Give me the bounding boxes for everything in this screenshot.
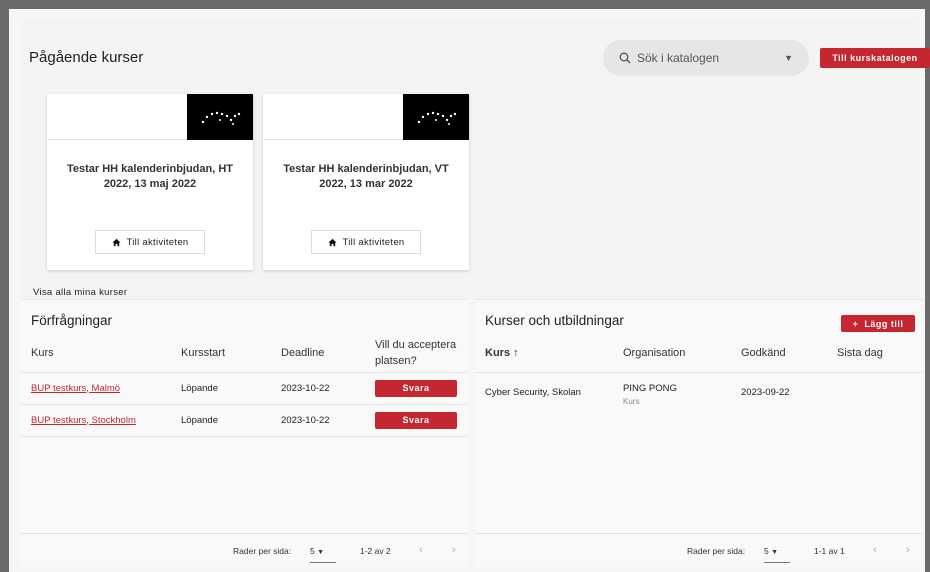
rows-per-page-select[interactable]: 5 ▼ — [764, 546, 790, 563]
column-header-approved[interactable]: Godkänd — [731, 334, 827, 373]
rows-per-page-label: Rader per sida: — [687, 546, 746, 556]
requests-table: Kurs Kursstart Deadline Vill du accepter… — [21, 334, 467, 437]
answer-button[interactable]: Svara — [375, 411, 457, 429]
table-header-row: Kurs Kursstart Deadline Vill du accepter… — [21, 334, 467, 373]
course-deadline: 2023-10-22 — [271, 372, 365, 405]
table-header-row: Kurs ↑ Organisation Godkänd Sista dag — [475, 334, 923, 373]
card-image-row — [47, 94, 253, 140]
sort-arrow-icon: ↑ — [513, 346, 519, 359]
column-header-last-day[interactable]: Sista dag — [827, 334, 923, 373]
approved-date: 2023-09-22 — [741, 386, 790, 398]
courses-pagination: Rader per sida: 5 ▼ 1-1 av 1 ‹ › — [475, 533, 923, 567]
course-link[interactable]: BUP testkurs, Stockholm — [31, 415, 136, 426]
page-range: 1-1 av 1 — [814, 546, 845, 556]
page-range: 1-2 av 2 — [360, 546, 391, 556]
last-day — [827, 372, 923, 410]
courses-table: Kurs ↑ Organisation Godkänd Sista dag Cy… — [475, 334, 923, 410]
organisation-cell: PING PONG Kurs — [613, 372, 731, 410]
course-start: Löpande — [171, 404, 271, 437]
rows-per-page-label: Rader per sida: — [233, 546, 292, 556]
column-header-start[interactable]: Kursstart — [171, 334, 271, 373]
home-icon — [111, 238, 121, 246]
courses-panel: Kurser och utbildningar + Lägg till Kurs… — [475, 299, 923, 567]
column-header-course-label: Kurs — [485, 346, 511, 359]
table-row: BUP testkurs, Malmö Löpande 2023-10-22 S… — [21, 372, 467, 405]
requests-pagination: Rader per sida: 5 ▼ 1-2 av 2 ‹ › — [21, 533, 467, 567]
search-icon — [619, 52, 631, 64]
course-link[interactable]: BUP testkurs, Malmö — [31, 383, 120, 394]
to-activity-button[interactable]: Till aktiviteten — [95, 230, 205, 254]
previous-page-icon[interactable]: ‹ — [873, 544, 877, 556]
ongoing-courses-title: Pågående kurser — [29, 49, 144, 66]
rows-per-page-value: 5 — [764, 546, 769, 556]
table-row: Cyber Security, Skolan PING PONG Kurs 20… — [475, 372, 923, 410]
previous-page-icon[interactable]: ‹ — [419, 544, 423, 556]
requests-title: Förfrågningar — [31, 313, 113, 328]
card-image-row — [263, 94, 469, 140]
chevron-down-icon: ▼ — [317, 549, 325, 556]
courses-title: Kurser och utbildningar — [485, 313, 624, 328]
show-all-courses-link[interactable]: Visa alla mina kurser — [33, 287, 127, 298]
course-logo — [403, 94, 469, 140]
course-logo — [187, 94, 253, 140]
answer-button[interactable]: Svara — [375, 379, 457, 397]
course-card: Testar HH kalenderinbjudan, VT 2022, 13 … — [263, 94, 469, 270]
app-frame: Pågående kurser Sök i katalogen ▼ Till k… — [9, 9, 930, 572]
next-page-icon[interactable]: › — [906, 544, 910, 556]
column-header-course[interactable]: Kurs — [21, 334, 171, 373]
ongoing-courses-section: Pågående kurser Sök i katalogen ▼ Till k… — [21, 19, 930, 299]
chevron-down-icon: ▼ — [771, 549, 779, 556]
column-header-course[interactable]: Kurs ↑ — [475, 334, 613, 373]
course-deadline: 2023-10-22 — [271, 404, 365, 437]
catalog-button[interactable]: Till kurskatalogen — [820, 48, 930, 68]
plus-icon: + — [852, 318, 859, 329]
requests-panel: Förfrågningar Kurs Kursstart Deadline Vi… — [21, 299, 467, 567]
course-name: Cyber Security, Skolan — [485, 386, 581, 398]
to-activity-button[interactable]: Till aktiviteten — [311, 230, 421, 254]
next-page-icon[interactable]: › — [452, 544, 456, 556]
organisation-type: Kurs — [623, 396, 640, 406]
course-card: Testar HH kalenderinbjudan, HT 2022, 13 … — [47, 94, 253, 270]
search-placeholder: Sök i katalogen — [637, 51, 720, 65]
rows-per-page-select[interactable]: 5 ▼ — [310, 546, 336, 563]
chevron-down-icon[interactable]: ▼ — [784, 53, 793, 63]
add-button-label: Lägg till — [864, 318, 904, 329]
rows-per-page-value: 5 — [310, 546, 315, 556]
organisation-name: PING PONG — [623, 382, 677, 394]
to-activity-label: Till aktiviteten — [126, 236, 189, 248]
column-header-organisation[interactable]: Organisation — [613, 334, 731, 373]
column-header-deadline[interactable]: Deadline — [271, 334, 365, 373]
table-row: BUP testkurs, Stockholm Löpande 2023-10-… — [21, 404, 467, 437]
add-button[interactable]: + Lägg till — [841, 315, 915, 332]
home-icon — [327, 238, 337, 246]
course-start: Löpande — [171, 372, 271, 405]
column-header-accept[interactable]: Vill du acceptera platsen? — [365, 334, 467, 373]
catalog-search[interactable]: Sök i katalogen ▼ — [603, 40, 809, 76]
to-activity-label: Till aktiviteten — [342, 236, 405, 248]
